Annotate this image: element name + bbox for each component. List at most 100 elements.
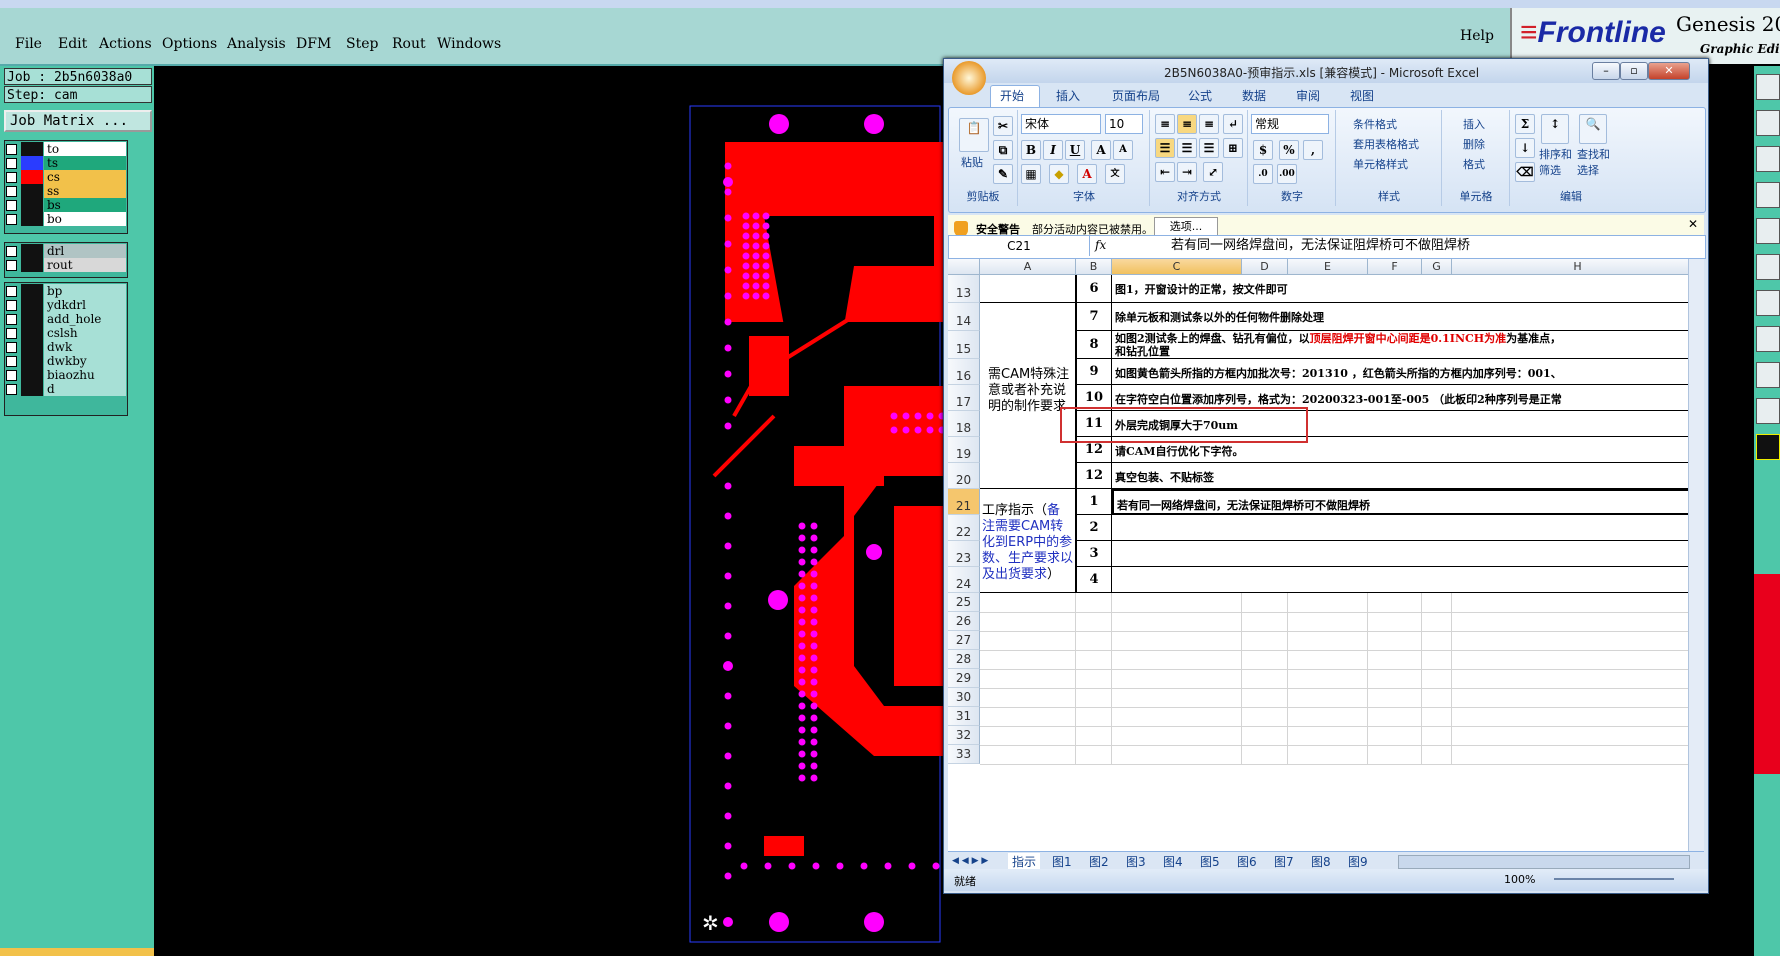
- select-icon[interactable]: [1756, 218, 1780, 244]
- cell-text[interactable]: 如图2测试条上的焊盘、钻孔有偏位，以顶层阻焊开窗中心间距是0.1INCH为准为基…: [1112, 331, 1704, 359]
- row-header[interactable]: 13: [948, 275, 980, 303]
- excel-titlebar[interactable]: 2B5N6038A0-预审指示.xls [兼容模式] - Microsoft E…: [944, 59, 1708, 83]
- layer-name[interactable]: bs: [44, 198, 126, 212]
- close-button[interactable]: ✕: [1648, 62, 1690, 80]
- border-icon[interactable]: ▦: [1021, 164, 1041, 184]
- column-header-f[interactable]: F: [1368, 259, 1422, 275]
- layer-color-swatch[interactable]: [21, 244, 43, 258]
- layer-row-cs[interactable]: cs: [4, 170, 126, 184]
- layer-checkbox[interactable]: [6, 214, 17, 225]
- layer-color-swatch[interactable]: [21, 312, 43, 326]
- layer-name[interactable]: ss: [44, 184, 126, 198]
- column-header-e[interactable]: E: [1288, 259, 1368, 275]
- layer-color-swatch[interactable]: [21, 212, 43, 226]
- layer-checkbox[interactable]: [6, 158, 17, 169]
- grid-row[interactable]: [980, 669, 1704, 689]
- menu-analysis[interactable]: Analysis: [227, 36, 286, 52]
- excel-window[interactable]: 2B5N6038A0-预审指示.xls [兼容模式] - Microsoft E…: [943, 58, 1709, 894]
- row-header[interactable]: 22: [948, 515, 980, 541]
- horizontal-scrollbar[interactable]: [1398, 855, 1690, 869]
- layer-row-d[interactable]: d: [4, 382, 126, 396]
- sheet-tab-5[interactable]: 图5: [1200, 853, 1220, 870]
- sheet-tab-2[interactable]: 图2: [1089, 853, 1109, 870]
- layer-name[interactable]: d: [44, 382, 126, 396]
- layer-row-bs[interactable]: bs: [4, 198, 126, 212]
- format-cells-button[interactable]: 格式: [1463, 156, 1485, 172]
- pad-icon[interactable]: [1756, 326, 1780, 352]
- security-options-button[interactable]: 选项...: [1154, 217, 1218, 237]
- comma-icon[interactable]: ,: [1303, 140, 1323, 160]
- row-header[interactable]: 32: [948, 726, 980, 745]
- row-header[interactable]: 27: [948, 631, 980, 650]
- tab-insert[interactable]: 插入: [1056, 87, 1080, 104]
- decrease-decimal-icon[interactable]: .00: [1277, 164, 1297, 184]
- cell-text[interactable]: [1112, 541, 1704, 567]
- zoom-slider[interactable]: [1554, 878, 1674, 880]
- layer-row-dwkby[interactable]: dwkby: [4, 354, 126, 368]
- maximize-button[interactable]: ▫: [1620, 62, 1648, 80]
- grow-font-icon[interactable]: A: [1091, 140, 1111, 160]
- layer-name[interactable]: rout: [44, 258, 126, 272]
- cell-number[interactable]: 2: [1076, 515, 1112, 541]
- column-header-d[interactable]: D: [1242, 259, 1288, 275]
- cell-text[interactable]: 图1，开窗设计的正常，按文件即可: [1112, 275, 1704, 303]
- sheet-tab-8[interactable]: 图8: [1311, 853, 1331, 870]
- delete-cells-button[interactable]: 删除: [1463, 136, 1485, 152]
- row-header[interactable]: 28: [948, 650, 980, 669]
- name-box[interactable]: C21: [949, 236, 1090, 256]
- column-header-a[interactable]: A: [980, 259, 1076, 275]
- layer-row-add_hole[interactable]: add_hole: [4, 312, 126, 326]
- sheet-tab-6[interactable]: 图6: [1237, 853, 1257, 870]
- row-header[interactable]: 31: [948, 707, 980, 726]
- tab-data[interactable]: 数据: [1242, 87, 1266, 104]
- cell-number[interactable]: 7: [1076, 303, 1112, 331]
- cell-number[interactable]: 3: [1076, 541, 1112, 567]
- layer-name[interactable]: to: [44, 142, 126, 156]
- merge-icon[interactable]: ⊞: [1223, 138, 1243, 158]
- cell-number[interactable]: 6: [1076, 275, 1112, 303]
- row-header[interactable]: 15: [948, 331, 980, 359]
- format-painter-icon[interactable]: ✎: [993, 164, 1013, 184]
- cell-text[interactable]: 如图黄色箭头所指的方框内加批次号：201310 ，红色箭头所指的方框内加序列号：…: [1112, 359, 1704, 385]
- row-header[interactable]: 24: [948, 567, 980, 593]
- align-bottom-icon[interactable]: ≡: [1199, 114, 1219, 134]
- grid-row[interactable]: [980, 650, 1704, 670]
- grid-row[interactable]: [980, 745, 1704, 765]
- menu-file[interactable]: File: [15, 36, 42, 52]
- cell-number[interactable]: 12: [1076, 463, 1112, 489]
- cell-style-button[interactable]: 单元格样式: [1353, 156, 1408, 172]
- layer-row-biaozhu[interactable]: biaozhu: [4, 368, 126, 382]
- conditional-format-button[interactable]: 条件格式: [1353, 116, 1397, 132]
- underline-icon[interactable]: U: [1065, 140, 1085, 160]
- cell-text[interactable]: [1112, 515, 1704, 541]
- table-format-button[interactable]: 套用表格格式: [1353, 136, 1419, 152]
- column-header-c[interactable]: C: [1112, 259, 1242, 275]
- layer-row-drl[interactable]: drl: [4, 244, 126, 258]
- layer-color-swatch[interactable]: [21, 170, 43, 184]
- minimize-button[interactable]: –: [1592, 62, 1620, 80]
- formula-input[interactable]: 若有同一网络焊盘间，无法保证阻焊桥可不做阻焊桥: [1171, 236, 1470, 256]
- layer-checkbox[interactable]: [6, 144, 17, 155]
- row-header[interactable]: 25: [948, 593, 980, 612]
- layer-checkbox[interactable]: [6, 200, 17, 211]
- bold-icon[interactable]: B: [1021, 140, 1041, 160]
- sort-filter-button[interactable]: 排序和 筛选: [1539, 146, 1572, 178]
- italic-icon[interactable]: I: [1043, 140, 1063, 160]
- menu-options[interactable]: Options: [162, 36, 217, 52]
- layer-checkbox[interactable]: [6, 186, 17, 197]
- layer-checkbox[interactable]: [6, 314, 17, 325]
- close-warning-icon[interactable]: ✕: [1688, 217, 1698, 231]
- menu-rout[interactable]: Rout: [392, 36, 426, 52]
- shrink-font-icon[interactable]: A: [1113, 140, 1133, 160]
- tab-view[interactable]: 视图: [1350, 87, 1374, 104]
- layer-name[interactable]: drl: [44, 244, 126, 258]
- cut-icon[interactable]: ✂: [993, 116, 1013, 136]
- warning-icon[interactable]: [1756, 434, 1780, 460]
- layer-row-to[interactable]: to: [4, 142, 126, 156]
- fx-icon[interactable]: fx: [1095, 238, 1165, 254]
- currency-icon[interactable]: $: [1253, 140, 1273, 160]
- layer-name[interactable]: bo: [44, 212, 126, 226]
- row-header[interactable]: 26: [948, 612, 980, 631]
- grid-icon[interactable]: [1756, 398, 1780, 424]
- number-format-select[interactable]: 常规: [1251, 114, 1329, 134]
